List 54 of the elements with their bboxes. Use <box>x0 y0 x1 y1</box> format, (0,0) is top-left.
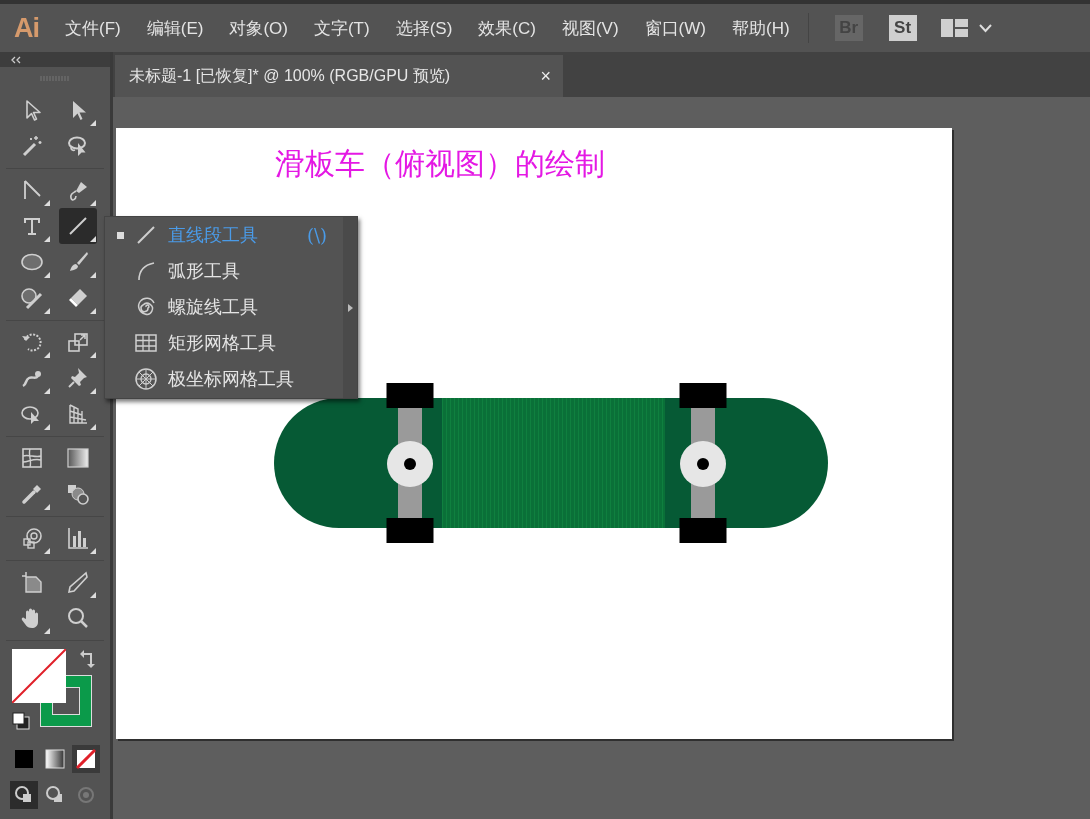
solid-color-icon <box>12 747 36 771</box>
tool-menu-item[interactable]: 螺旋线工具 <box>105 289 343 325</box>
app-logo: Ai <box>14 12 39 44</box>
menu-item[interactable]: 对象(O) <box>229 16 288 40</box>
knife-icon <box>66 570 90 594</box>
selected-bullet-icon <box>117 231 124 239</box>
eyedropper-icon <box>20 482 44 506</box>
draw-mode-icon <box>45 785 65 805</box>
zoom-icon <box>66 606 90 630</box>
swap-arrows-icon[interactable] <box>80 650 96 668</box>
menu-item[interactable]: 帮助(H) <box>732 16 790 40</box>
caret-right-icon <box>347 303 353 312</box>
menu-item[interactable]: 效果(C) <box>478 16 536 40</box>
scale-icon <box>66 330 90 354</box>
bar-graph-icon <box>66 526 90 550</box>
blend-icon <box>66 482 90 506</box>
draw-normal-button[interactable] <box>10 781 38 809</box>
collapse-icon[interactable] <box>10 55 22 64</box>
menu-item[interactable]: 选择(S) <box>395 16 453 40</box>
workspace-layout-icon[interactable] <box>940 17 969 39</box>
pushpin-icon <box>66 366 90 390</box>
chevron-down-icon[interactable] <box>978 23 992 33</box>
tearoff-handle[interactable] <box>343 217 357 398</box>
menu-item[interactable]: 文字(T) <box>313 16 370 40</box>
menu-item[interactable]: 视图(V) <box>561 16 619 40</box>
none-swatch-icon <box>74 747 98 771</box>
gradient-icon <box>43 747 67 771</box>
close-tab-button[interactable]: × <box>540 65 551 87</box>
tool-menu-item[interactable]: 矩形网格工具 <box>105 325 343 361</box>
line-tool-button[interactable] <box>59 208 97 244</box>
symbol-sprayer-icon <box>20 526 44 550</box>
draw-mode-icon <box>14 785 34 805</box>
grid-icon <box>134 331 158 355</box>
default-colors-icon[interactable] <box>12 712 30 730</box>
artboard-icon <box>20 570 44 594</box>
circle-pencil-icon <box>20 286 44 310</box>
mesh-icon <box>20 446 44 470</box>
perspective-grid-icon <box>66 402 90 426</box>
shortcut-label: (\) <box>306 224 327 246</box>
fill-swatch[interactable] <box>12 649 66 703</box>
tool-menu-item[interactable]: 极坐标网格工具 <box>105 361 343 397</box>
magic-wand-icon <box>20 134 44 158</box>
polar-grid-icon <box>134 367 158 391</box>
menu-item[interactable]: 文件(F) <box>65 16 121 40</box>
menu-item[interactable]: 窗口(W) <box>644 16 706 40</box>
document-title: 未标题-1 [已恢复]* @ 100% (RGB/GPU 预览) <box>129 65 452 86</box>
none-mode-button[interactable] <box>72 745 100 773</box>
app-switch-button[interactable]: St <box>888 15 917 41</box>
artboard-title: 滑板车（俯视图）的绘制 <box>275 146 605 182</box>
draw-mode-icon <box>76 785 96 805</box>
document-tab[interactable]: 未标题-1 [已恢复]* @ 100% (RGB/GPU 预览) × <box>115 55 563 97</box>
gradient-square-icon <box>66 446 90 470</box>
menu-item[interactable]: 编辑(E) <box>146 16 204 40</box>
tool-menu-item[interactable]: 弧形工具 <box>105 253 343 289</box>
